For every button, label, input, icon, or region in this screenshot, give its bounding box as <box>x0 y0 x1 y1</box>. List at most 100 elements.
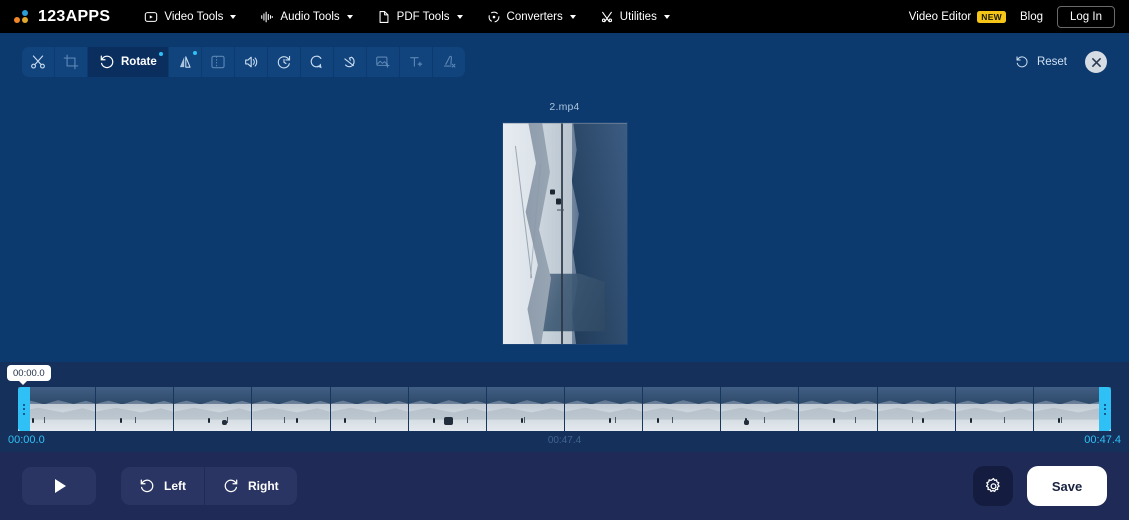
loop-icon <box>309 54 325 70</box>
nav-label: Audio Tools <box>280 10 340 23</box>
tool-cut-button[interactable] <box>22 47 55 77</box>
nav-label: Video Tools <box>164 10 224 23</box>
tool-rotate-dot-badge <box>158 52 163 56</box>
tool-remove-watermark-button[interactable] <box>433 47 465 77</box>
nav-label: Utilities <box>619 10 657 23</box>
filmstrip-thumbnail <box>96 387 175 431</box>
video-editor-label: Video Editor <box>908 10 972 23</box>
video-rotated-content <box>503 123 627 344</box>
tool-rotate-label: Rotate <box>121 56 157 68</box>
rotate-left-button[interactable]: Left <box>121 467 205 505</box>
flip-icon <box>177 54 193 70</box>
filmstrip-thumbnail <box>564 387 644 431</box>
timeline-end-time: 00:47.4 <box>1084 434 1121 446</box>
reset-label: Reset <box>1036 56 1067 68</box>
play-button[interactable] <box>22 467 96 505</box>
bottom-right-controls: Save <box>973 466 1107 506</box>
add-image-icon <box>375 54 391 70</box>
close-editor-button[interactable] <box>1085 51 1107 73</box>
tool-loop-button[interactable] <box>301 47 334 77</box>
header-right: Video Editor NEW Blog Log In <box>908 5 1115 28</box>
tool-canvas-button[interactable] <box>202 47 235 77</box>
tool-add-text-button[interactable] <box>400 47 433 77</box>
video-play-icon <box>144 10 158 24</box>
trim-handle-left[interactable] <box>18 387 30 431</box>
remove-watermark-icon <box>441 54 457 70</box>
add-text-icon <box>408 54 424 70</box>
convert-arrows-icon <box>487 10 501 24</box>
logo-text: 123APPS <box>38 7 111 25</box>
nav-label: Converters <box>506 10 563 23</box>
nav-item-audio-tools[interactable]: Audio Tools <box>250 5 362 29</box>
filmstrip-thumbnail <box>408 387 487 431</box>
nav-item-pdf-tools[interactable]: PDF Tools <box>367 5 473 29</box>
tool-flip-button[interactable] <box>169 47 202 77</box>
rotate-clockwise-icon <box>223 478 239 494</box>
timeline-time-row: 00:00.0 00:47.4 00:47.4 <box>8 432 1121 448</box>
tool-flip-dot-badge <box>192 51 197 55</box>
toolbar-right: Reset <box>1010 50 1107 74</box>
settings-button[interactable] <box>973 466 1013 506</box>
blog-link[interactable]: Blog <box>1020 11 1043 23</box>
filmstrip-thumbnail <box>643 387 722 431</box>
filmstrip-thumbnail <box>330 387 409 431</box>
nav-label: PDF Tools <box>396 10 450 23</box>
audio-wave-icon <box>260 10 274 24</box>
nav-item-converters[interactable]: Converters <box>477 5 586 29</box>
login-button[interactable]: Log In <box>1057 5 1115 28</box>
nav-item-utilities[interactable]: Utilities <box>590 5 680 29</box>
frame-icon <box>210 54 226 70</box>
logo[interactable]: 123APPS <box>14 8 110 26</box>
save-button[interactable]: Save <box>1027 466 1107 506</box>
filmstrip-thumbnail <box>721 387 800 431</box>
tool-speed-button[interactable] <box>268 47 301 77</box>
timeline: 00:00.0 00:00.0 00:47.4 00:47.4 <box>0 362 1129 452</box>
rotate-left-icon <box>99 54 115 70</box>
crop-icon <box>63 54 79 70</box>
video-editor-link[interactable]: Video Editor NEW <box>908 10 1006 23</box>
reset-button[interactable]: Reset <box>1010 50 1071 74</box>
playhead-time-tooltip: 00:00.0 <box>7 365 51 385</box>
stabilize-icon <box>342 54 358 70</box>
filmstrip-thumbnail <box>486 387 565 431</box>
rotate-counterclockwise-icon <box>139 478 155 494</box>
rotate-button-group: Left Right <box>121 467 297 505</box>
speed-icon <box>276 54 292 70</box>
tool-add-image-button[interactable] <box>367 47 400 77</box>
tools-cross-icon <box>600 10 614 24</box>
undo-icon <box>1014 54 1030 70</box>
tool-rotate-button[interactable]: Rotate <box>88 47 169 77</box>
nav-item-video-tools[interactable]: Video Tools <box>134 5 246 29</box>
rotate-right-label: Right <box>248 479 279 493</box>
chevron-down-icon <box>230 14 237 19</box>
document-icon <box>377 10 391 24</box>
gear-icon <box>985 477 1000 492</box>
timeline-mid-time: 00:47.4 <box>547 434 582 446</box>
main-nav: Video Tools Audio Tools PDF Tools Conver… <box>134 5 679 29</box>
editor-toolbar: Rotate Reset <box>0 33 1129 91</box>
close-icon <box>1091 57 1101 67</box>
tool-volume-button[interactable] <box>235 47 268 77</box>
filmstrip-thumbnail <box>252 387 331 431</box>
tool-group: Rotate <box>22 47 465 77</box>
rotate-left-label: Left <box>164 479 186 493</box>
rotate-right-button[interactable]: Right <box>205 467 297 505</box>
filmstrip-thumbnail <box>877 387 956 431</box>
timeline-start-time: 00:00.0 <box>8 434 45 446</box>
tool-crop-button[interactable] <box>55 47 88 77</box>
new-badge: NEW <box>977 10 1006 23</box>
chevron-down-icon <box>456 14 463 19</box>
filmstrip[interactable] <box>18 387 1111 431</box>
file-name-label: 2.mp4 <box>549 101 580 113</box>
logo-dots-icon <box>14 9 31 25</box>
trim-handle-right[interactable] <box>1099 387 1111 431</box>
tool-stabilize-button[interactable] <box>334 47 367 77</box>
video-player[interactable] <box>502 123 627 344</box>
volume-icon <box>243 54 259 70</box>
filmstrip-thumbnail <box>955 387 1034 431</box>
chevron-down-icon <box>663 14 670 19</box>
video-editor-app: 123APPS Video Tools Audio Tools PDF Tool… <box>0 0 1129 520</box>
play-icon <box>55 479 66 493</box>
video-preview-area: 2.mp4 <box>0 91 1129 362</box>
video-scene-image <box>503 123 627 344</box>
